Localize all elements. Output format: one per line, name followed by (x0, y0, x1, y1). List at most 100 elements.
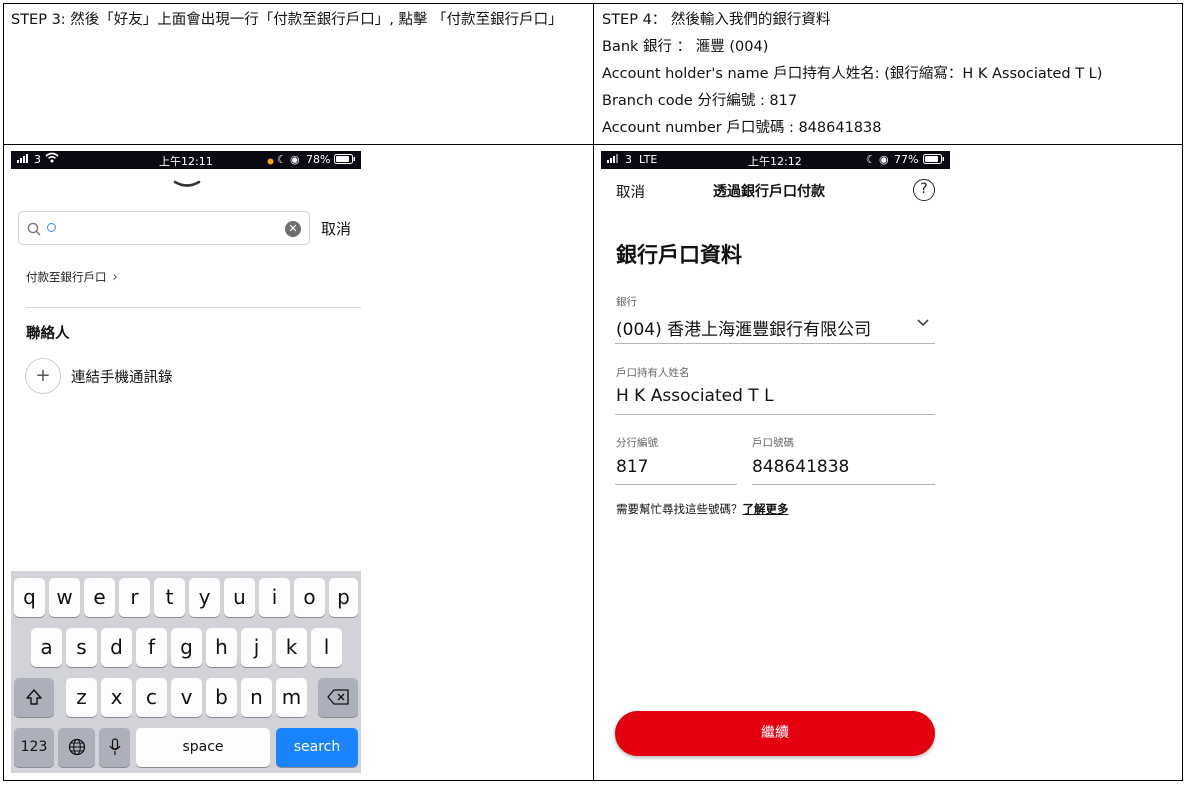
microphone-icon (109, 738, 120, 755)
key-n[interactable]: n (241, 678, 272, 717)
key-z[interactable]: z (66, 678, 97, 717)
contacts-heading: 聯絡人 (26, 326, 70, 342)
backspace-key[interactable] (318, 678, 358, 717)
field-underline (752, 484, 935, 485)
key-q[interactable]: q (14, 578, 45, 617)
key-r[interactable]: r (119, 578, 150, 617)
numbers-key[interactable]: 123 (14, 728, 54, 767)
help-question: 需要幫忙尋找這些號碼？ (616, 502, 743, 516)
recording-dot-icon (267, 155, 274, 168)
phone-screenshot-search: 3 上午12:11 ☾ ◉ 78% ✕ 取消 付款至銀行戶口 › 聯絡人 + 連結… (11, 151, 361, 773)
carrier-label: 3 (625, 153, 632, 166)
field-underline (615, 343, 935, 344)
column-divider (593, 4, 594, 780)
battery-icon (334, 154, 356, 168)
key-s[interactable]: s (66, 628, 97, 667)
key-x[interactable]: x (101, 678, 132, 717)
moon-icon: ☾ (277, 153, 287, 166)
pay-to-bank-link[interactable]: 付款至銀行戶口 › (26, 269, 118, 285)
key-f[interactable]: f (136, 628, 167, 667)
shift-icon (26, 689, 42, 705)
account-label: 戶口號碼 (752, 437, 794, 449)
step4-bank: Bank 銀行 ： 滙豐 (004) (602, 39, 769, 55)
globe-key[interactable] (58, 728, 95, 767)
branch-input[interactable]: 817 (616, 457, 648, 477)
bank-label: 銀行 (616, 296, 637, 308)
backspace-icon (327, 689, 349, 705)
account-input[interactable]: 848641838 (752, 457, 849, 477)
key-h[interactable]: h (206, 628, 237, 667)
holder-input[interactable]: H K Associated T L (616, 386, 774, 406)
search-input[interactable]: ✕ (18, 211, 310, 245)
key-e[interactable]: e (84, 578, 115, 617)
key-a[interactable]: a (31, 628, 62, 667)
continue-button[interactable]: 繼續 (615, 711, 935, 756)
field-underline (615, 484, 737, 485)
search-key[interactable]: search (276, 728, 358, 767)
step4-holder: Account holder's name 戶口持有人姓名: (銀行縮寫：H K… (602, 66, 1103, 82)
status-bar: 3 LTE 上午12:12 ☾ ◉ 77% (601, 151, 950, 169)
shift-key[interactable] (14, 678, 54, 717)
carrier-label: 3 (34, 153, 41, 166)
step4-account: Account number 戶口號碼 : 848641838 (602, 120, 882, 136)
dictation-key[interactable] (99, 728, 130, 767)
battery-percent: 77% (894, 153, 919, 166)
step4-instruction: STEP 4： 然後輸入我們的銀行資料 Bank 銀行 ： 滙豐 (004) A… (602, 7, 1177, 142)
chevron-right-icon: › (112, 270, 118, 285)
help-text: 需要幫忙尋找這些號碼？了解更多 (616, 501, 789, 517)
key-o[interactable]: o (294, 578, 325, 617)
battery-icon (923, 154, 945, 168)
key-c[interactable]: c (136, 678, 167, 717)
wifi-icon (45, 152, 59, 166)
key-k[interactable]: k (276, 628, 307, 667)
orientation-lock-icon: ◉ (879, 153, 889, 166)
clock: 上午12:12 (748, 155, 802, 168)
keyboard: q w e r t y u i o p a s d f g h j k l z … (11, 571, 361, 773)
key-p[interactable]: p (329, 578, 358, 617)
key-i[interactable]: i (259, 578, 290, 617)
search-icon (27, 221, 41, 240)
field-underline (615, 414, 935, 415)
help-icon[interactable]: ? (913, 179, 935, 201)
key-v[interactable]: v (171, 678, 202, 717)
cancel-button[interactable]: 取消 (321, 218, 351, 239)
clear-search-icon[interactable]: ✕ (285, 221, 301, 237)
phone-screenshot-bank-details: 3 LTE 上午12:12 ☾ ◉ 77% 取消 透過銀行戶口付款 ? 銀行戶口… (601, 151, 950, 773)
divider (26, 307, 361, 308)
step4-branch: Branch code 分行編號 : 817 (602, 93, 798, 109)
key-l[interactable]: l (311, 628, 342, 667)
pay-to-bank-label: 付款至銀行戶口 (26, 270, 107, 284)
row-divider (4, 144, 1182, 145)
nav-title: 透過銀行戶口付款 (713, 184, 825, 200)
key-u[interactable]: u (224, 578, 255, 617)
orientation-lock-icon: ◉ (290, 153, 300, 166)
key-b[interactable]: b (206, 678, 237, 717)
signal-icon (17, 153, 31, 166)
sheet-grabber-icon[interactable] (173, 179, 201, 189)
key-y[interactable]: y (189, 578, 220, 617)
chevron-down-icon[interactable] (916, 318, 930, 328)
signal-icon (607, 153, 621, 166)
branch-label: 分行編號 (616, 437, 658, 449)
globe-icon (68, 738, 85, 756)
key-d[interactable]: d (101, 628, 132, 667)
status-bar: 3 上午12:11 ☾ ◉ 78% (11, 151, 361, 169)
moon-icon: ☾ (866, 153, 876, 166)
step3-instruction: STEP 3: 然後「好友」上面會出現一行「付款至銀行戶口」, 點擊 「付款至銀… (11, 12, 563, 28)
key-w[interactable]: w (49, 578, 80, 617)
learn-more-link[interactable]: 了解更多 (743, 502, 789, 516)
bank-select[interactable]: (004) 香港上海滙豐銀行有限公司 (616, 315, 871, 340)
key-g[interactable]: g (171, 628, 202, 667)
sheet-top (601, 169, 950, 179)
plus-icon[interactable]: + (25, 358, 61, 394)
key-m[interactable]: m (276, 678, 307, 717)
clock: 上午12:11 (159, 155, 213, 168)
key-j[interactable]: j (241, 628, 272, 667)
network-label: LTE (639, 153, 658, 166)
cancel-button[interactable]: 取消 (616, 181, 645, 202)
space-key[interactable]: space (136, 728, 270, 767)
key-t[interactable]: t (154, 578, 185, 617)
holder-label: 戶口持有人姓名 (616, 367, 690, 379)
link-contacts-button[interactable]: 連結手機通訊錄 (71, 366, 173, 387)
loading-spinner-icon (47, 223, 56, 232)
